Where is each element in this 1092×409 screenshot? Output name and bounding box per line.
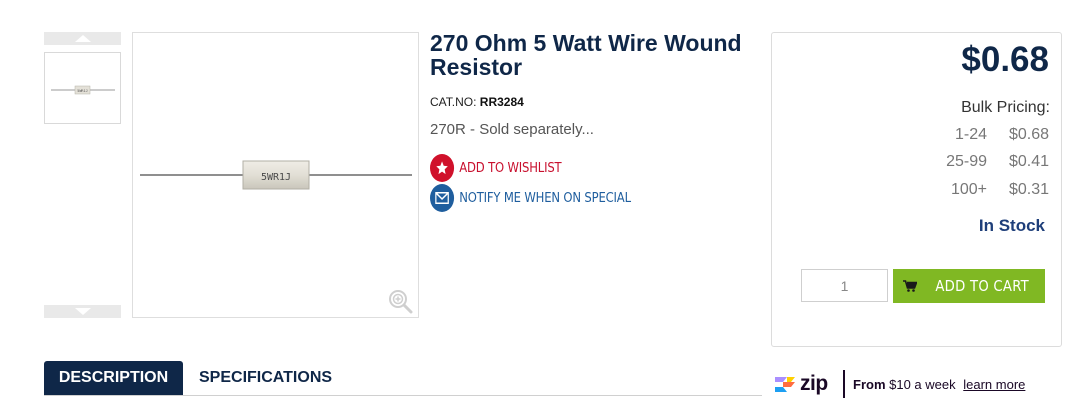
thumbnail-scroll-down-button[interactable] xyxy=(44,305,121,318)
wishlist-label: ADD TO WISHLIST xyxy=(459,160,562,176)
zip-divider xyxy=(843,370,845,398)
zip-logo: zip xyxy=(773,372,828,396)
stock-status: In Stock xyxy=(978,216,1045,235)
add-to-wishlist-link[interactable]: ADD TO WISHLIST xyxy=(430,154,562,182)
add-to-cart-button[interactable]: ADD TO CART xyxy=(893,269,1045,303)
short-description: 270R - Sold separately... xyxy=(430,121,594,138)
envelope-icon xyxy=(430,184,455,212)
product-main-image[interactable]: 5WR1J xyxy=(132,32,419,318)
bulk-tier-price: $0.68 xyxy=(1008,126,1049,143)
zip-learn-more-link[interactable]: learn more xyxy=(963,377,1025,392)
thumbnail-scroll-up-button[interactable] xyxy=(44,32,121,45)
star-icon xyxy=(430,154,455,182)
catalog-number: CAT.NO: RR3284 xyxy=(430,95,524,109)
catalog-number-label: CAT.NO: xyxy=(430,95,477,109)
bulk-tier-price: $0.41 xyxy=(1008,153,1049,170)
tab-description[interactable]: DESCRIPTION xyxy=(44,361,183,395)
chevron-up-icon xyxy=(74,35,91,42)
cart-icon xyxy=(902,280,917,292)
bulk-pricing-label: Bulk Pricing: xyxy=(961,99,1050,116)
product-thumbnail[interactable]: 5WR1J xyxy=(44,52,121,124)
quantity-input[interactable] xyxy=(801,269,888,302)
tab-specifications[interactable]: SPECIFICATIONS xyxy=(199,361,332,395)
bulk-tier-qty: 100+ xyxy=(950,181,987,198)
product-price: $0.68 xyxy=(961,40,1049,79)
tabs-divider xyxy=(44,395,762,396)
product-title: 270 Ohm 5 Watt Wire Wound Resistor xyxy=(430,30,742,80)
bulk-tier-qty: 25-99 xyxy=(946,153,987,170)
bulk-tier-qty: 1-24 xyxy=(954,126,987,143)
add-to-cart-label: ADD TO CART xyxy=(935,277,1029,295)
zoom-icon[interactable] xyxy=(387,288,413,314)
notify-label: NOTIFY ME WHEN ON SPECIAL xyxy=(459,190,631,206)
zip-brand: zip xyxy=(800,372,828,395)
bulk-tier-price: $0.31 xyxy=(1008,181,1049,198)
zip-amount: $10 a week xyxy=(889,377,956,392)
chevron-down-icon xyxy=(74,308,91,315)
thumbnail-label: 5WR1J xyxy=(77,89,88,93)
zip-from-label: From xyxy=(853,377,886,392)
zip-mark-icon xyxy=(775,377,795,392)
notify-on-special-link[interactable]: NOTIFY ME WHEN ON SPECIAL xyxy=(430,184,631,212)
zip-info: From $10 a week learn more xyxy=(853,377,1025,392)
resistor-body-label: 5WR1J xyxy=(261,172,291,183)
catalog-number-value: RR3284 xyxy=(479,95,524,109)
resistor-image: 5WR1J xyxy=(140,160,412,190)
resistor-thumbnail-image: 5WR1J xyxy=(51,85,115,95)
price-box: $0.68 Bulk Pricing: 1-24 $0.68 25-99 $0.… xyxy=(771,32,1062,347)
